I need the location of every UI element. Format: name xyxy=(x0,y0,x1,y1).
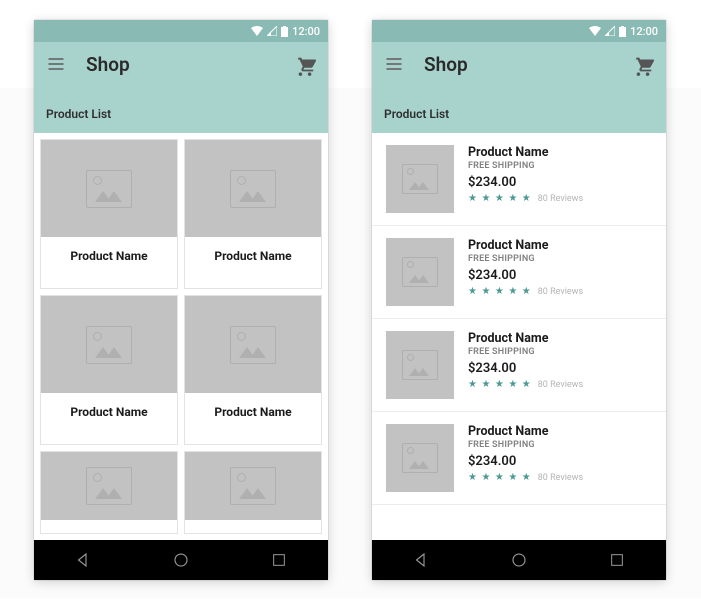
list-item[interactable]: Product Name FREE SHIPPING $234.00 ★ ★ ★… xyxy=(372,319,666,412)
product-image xyxy=(41,452,177,520)
shipping-label: FREE SHIPPING xyxy=(468,440,583,450)
product-image xyxy=(185,140,321,237)
image-placeholder-icon xyxy=(402,164,438,194)
sub-header: Product List xyxy=(34,87,328,133)
review-count: 80 Reviews xyxy=(538,473,583,483)
list-item-body: Product Name FREE SHIPPING $234.00 ★ ★ ★… xyxy=(468,145,583,213)
image-placeholder-icon xyxy=(402,443,438,473)
review-count: 80 Reviews xyxy=(538,380,583,390)
menu-icon[interactable] xyxy=(46,54,68,76)
app-bar: Shop xyxy=(372,42,666,87)
product-name: Product Name xyxy=(468,238,583,253)
product-name: Product Name xyxy=(41,237,177,275)
rating-row: ★ ★ ★ ★ ★ 80 Reviews xyxy=(468,379,583,390)
menu-icon[interactable] xyxy=(384,54,406,76)
product-card[interactable]: Product Name xyxy=(184,295,322,445)
product-image xyxy=(386,424,454,492)
product-name: Product Name xyxy=(185,393,321,431)
page-title: Shop xyxy=(86,53,294,76)
product-image xyxy=(41,296,177,393)
status-bar: 12:00 xyxy=(34,20,328,42)
product-name: Product Name xyxy=(468,424,583,439)
subheader-title: Product List xyxy=(384,107,449,121)
phone-grid-view: 12:00 Shop Product List Product Name xyxy=(34,20,328,580)
image-placeholder-icon xyxy=(402,350,438,380)
image-placeholder-icon xyxy=(230,467,276,505)
image-placeholder-icon xyxy=(230,326,276,364)
product-image xyxy=(41,140,177,237)
list-item-body: Product Name FREE SHIPPING $234.00 ★ ★ ★… xyxy=(468,331,583,399)
subheader-title: Product List xyxy=(46,107,111,121)
cart-icon[interactable] xyxy=(632,54,654,76)
image-placeholder-icon xyxy=(86,467,132,505)
product-price: $234.00 xyxy=(468,268,583,283)
star-icon: ★ ★ ★ ★ ★ xyxy=(468,472,532,483)
list-item[interactable]: Product Name FREE SHIPPING $234.00 ★ ★ ★… xyxy=(372,412,666,505)
product-name: Product Name xyxy=(468,331,583,346)
product-image xyxy=(386,238,454,306)
product-card[interactable] xyxy=(184,451,322,534)
list-item-body: Product Name FREE SHIPPING $234.00 ★ ★ ★… xyxy=(468,238,583,306)
product-card[interactable]: Product Name xyxy=(40,139,178,289)
review-count: 80 Reviews xyxy=(538,194,583,204)
signal-icon xyxy=(605,26,615,36)
recent-icon[interactable] xyxy=(269,550,289,570)
image-placeholder-icon xyxy=(86,326,132,364)
product-image xyxy=(185,296,321,393)
product-price: $234.00 xyxy=(468,454,583,469)
rating-row: ★ ★ ★ ★ ★ 80 Reviews xyxy=(468,472,583,483)
star-icon: ★ ★ ★ ★ ★ xyxy=(468,379,532,390)
product-price: $234.00 xyxy=(468,175,583,190)
back-icon[interactable] xyxy=(73,550,93,570)
android-nav-bar xyxy=(34,540,328,580)
star-icon: ★ ★ ★ ★ ★ xyxy=(468,193,532,204)
android-nav-bar xyxy=(372,540,666,580)
list-item[interactable]: Product Name FREE SHIPPING $234.00 ★ ★ ★… xyxy=(372,133,666,226)
status-bar: 12:00 xyxy=(372,20,666,42)
product-name: Product Name xyxy=(185,237,321,275)
recent-icon[interactable] xyxy=(607,550,627,570)
review-count: 80 Reviews xyxy=(538,287,583,297)
product-image xyxy=(386,331,454,399)
status-time: 12:00 xyxy=(630,25,658,38)
list-item-body: Product Name FREE SHIPPING $234.00 ★ ★ ★… xyxy=(468,424,583,492)
cart-icon[interactable] xyxy=(294,54,316,76)
shipping-label: FREE SHIPPING xyxy=(468,254,583,264)
list-item[interactable]: Product Name FREE SHIPPING $234.00 ★ ★ ★… xyxy=(372,226,666,319)
content-list: Product Name FREE SHIPPING $234.00 ★ ★ ★… xyxy=(372,133,666,540)
wifi-icon xyxy=(589,26,601,36)
app-bar: Shop xyxy=(34,42,328,87)
signal-icon xyxy=(267,26,277,36)
home-icon[interactable] xyxy=(509,550,529,570)
shipping-label: FREE SHIPPING xyxy=(468,347,583,357)
star-icon: ★ ★ ★ ★ ★ xyxy=(468,286,532,297)
product-card[interactable]: Product Name xyxy=(40,295,178,445)
image-placeholder-icon xyxy=(230,170,276,208)
product-card[interactable]: Product Name xyxy=(184,139,322,289)
product-name: Product Name xyxy=(41,393,177,431)
product-price: $234.00 xyxy=(468,361,583,376)
page-title: Shop xyxy=(424,53,632,76)
phone-list-view: 12:00 Shop Product List Product Name FRE… xyxy=(372,20,666,580)
rating-row: ★ ★ ★ ★ ★ 80 Reviews xyxy=(468,193,583,204)
wifi-icon xyxy=(251,26,263,36)
image-placeholder-icon xyxy=(86,170,132,208)
home-icon[interactable] xyxy=(171,550,191,570)
product-card[interactable] xyxy=(40,451,178,534)
shipping-label: FREE SHIPPING xyxy=(468,161,583,171)
product-image xyxy=(185,452,321,520)
battery-icon xyxy=(281,26,288,37)
sub-header: Product List xyxy=(372,87,666,133)
image-placeholder-icon xyxy=(402,257,438,287)
product-image xyxy=(386,145,454,213)
status-time: 12:00 xyxy=(292,25,320,38)
rating-row: ★ ★ ★ ★ ★ 80 Reviews xyxy=(468,286,583,297)
product-name: Product Name xyxy=(468,145,583,160)
back-icon[interactable] xyxy=(411,550,431,570)
content-grid: Product Name Product Name Product Name P… xyxy=(34,133,328,540)
battery-icon xyxy=(619,26,626,37)
